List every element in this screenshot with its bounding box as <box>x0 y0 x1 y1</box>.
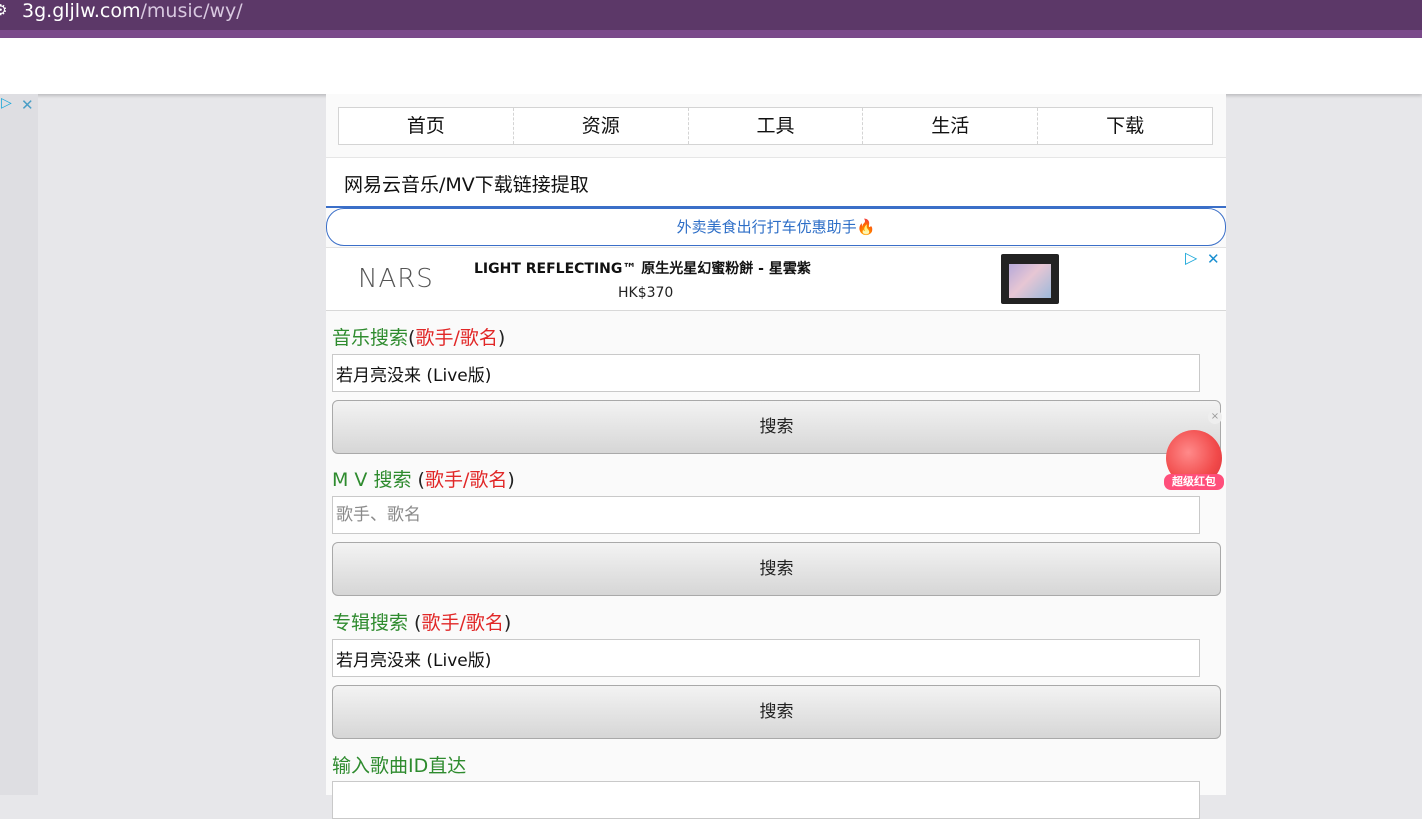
url-host: 3g.gljlw.com <box>22 0 141 22</box>
music-search-label: 音乐搜索(歌手/歌名) <box>332 323 505 350</box>
product-image[interactable] <box>1001 254 1059 304</box>
top-nav: 首页 资源 工具 生活 下载 <box>338 107 1213 145</box>
side-ad[interactable]: ▷ ✕ <box>0 94 38 795</box>
mv-search-hint: 歌手/歌名 <box>424 469 508 491</box>
url-text[interactable]: 3g.gljlw.com/music/wy/ <box>22 0 243 22</box>
album-search-input[interactable] <box>332 639 1200 677</box>
id-search-label: 输入歌曲ID直达 <box>332 755 467 777</box>
paren-open: ( <box>417 469 425 491</box>
album-search-title: 专辑搜索 <box>332 612 415 634</box>
ad-close-icon[interactable]: ✕ <box>21 96 34 114</box>
paren-close: ) <box>507 469 515 491</box>
music-search-input[interactable] <box>332 354 1200 392</box>
mv-search-button[interactable]: 搜索 <box>332 542 1221 596</box>
id-search-input[interactable] <box>332 781 1200 819</box>
adchoices-icon[interactable]: ▷ <box>1185 248 1197 267</box>
ad-close-icon[interactable]: ✕ <box>1207 250 1220 268</box>
adchoices-icon[interactable]: ▷ <box>1 95 12 111</box>
url-path: /music/wy/ <box>140 0 243 22</box>
music-search-section: 音乐搜索(歌手/歌名) 搜索 <box>332 322 1222 454</box>
ad-price: HK$370 <box>618 285 674 301</box>
toolbar-area <box>0 38 1422 94</box>
nav-item-resources[interactable]: 资源 <box>514 108 689 144</box>
page-title: 网易云音乐/MV下载链接提取 <box>344 174 589 196</box>
album-search-button[interactable]: 搜索 <box>332 685 1221 739</box>
nav-item-download[interactable]: 下载 <box>1038 108 1212 144</box>
promo-text: 外卖美食出行打车优惠助手 <box>676 218 857 236</box>
red-packet-label: 超级红包 <box>1164 474 1224 490</box>
fire-icon: 🔥 <box>856 218 876 236</box>
nav-item-tools[interactable]: 工具 <box>689 108 864 144</box>
red-packet-widget[interactable]: 超级红包 <box>1164 428 1224 490</box>
music-search-hint: 歌手/歌名 <box>415 327 498 349</box>
page-title-bar: 网易云音乐/MV下载链接提取 <box>326 157 1226 208</box>
product-ad[interactable]: NARS LIGHT REFLECTING™ 原生光星幻蜜粉餅 - 星雲紫 HK… <box>326 247 1226 311</box>
nav-item-home[interactable]: 首页 <box>339 108 514 144</box>
ad-title[interactable]: LIGHT REFLECTING™ 原生光星幻蜜粉餅 - 星雲紫 <box>474 258 811 278</box>
album-search-section: 专辑搜索 (歌手/歌名) 搜索 <box>332 607 1222 739</box>
ad-brand-logo: NARS <box>358 264 434 294</box>
paren-close: ) <box>503 612 512 634</box>
album-search-label: 专辑搜索 (歌手/歌名) <box>332 608 511 635</box>
mv-search-title: M V 搜索 <box>332 469 418 491</box>
red-packet-close-icon[interactable]: × <box>1208 410 1222 424</box>
album-search-hint: 歌手/歌名 <box>421 612 504 634</box>
mv-search-label: M V 搜索 (歌手/歌名) <box>332 465 515 492</box>
toolbar-strip <box>0 30 1422 38</box>
music-search-button[interactable]: 搜索 <box>332 400 1221 454</box>
paren-close: ) <box>497 327 506 349</box>
promo-link[interactable]: 外卖美食出行打车优惠助手🔥 <box>326 208 1226 246</box>
id-search-section: 输入歌曲ID直达 <box>332 750 1222 819</box>
music-search-title: 音乐搜索 <box>332 327 409 349</box>
main-page: 首页 资源 工具 生活 下载 网易云音乐/MV下载链接提取 外卖美食出行打车优惠… <box>326 94 1226 819</box>
mv-search-section: M V 搜索 (歌手/歌名) 搜索 <box>332 464 1222 596</box>
site-info-icon[interactable]: ⚙ <box>0 2 8 18</box>
mv-search-input[interactable] <box>332 496 1200 534</box>
browser-address-bar: ⚙ 3g.gljlw.com/music/wy/ <box>0 0 1422 38</box>
product-powder <box>1009 264 1051 298</box>
nav-item-life[interactable]: 生活 <box>863 108 1039 144</box>
